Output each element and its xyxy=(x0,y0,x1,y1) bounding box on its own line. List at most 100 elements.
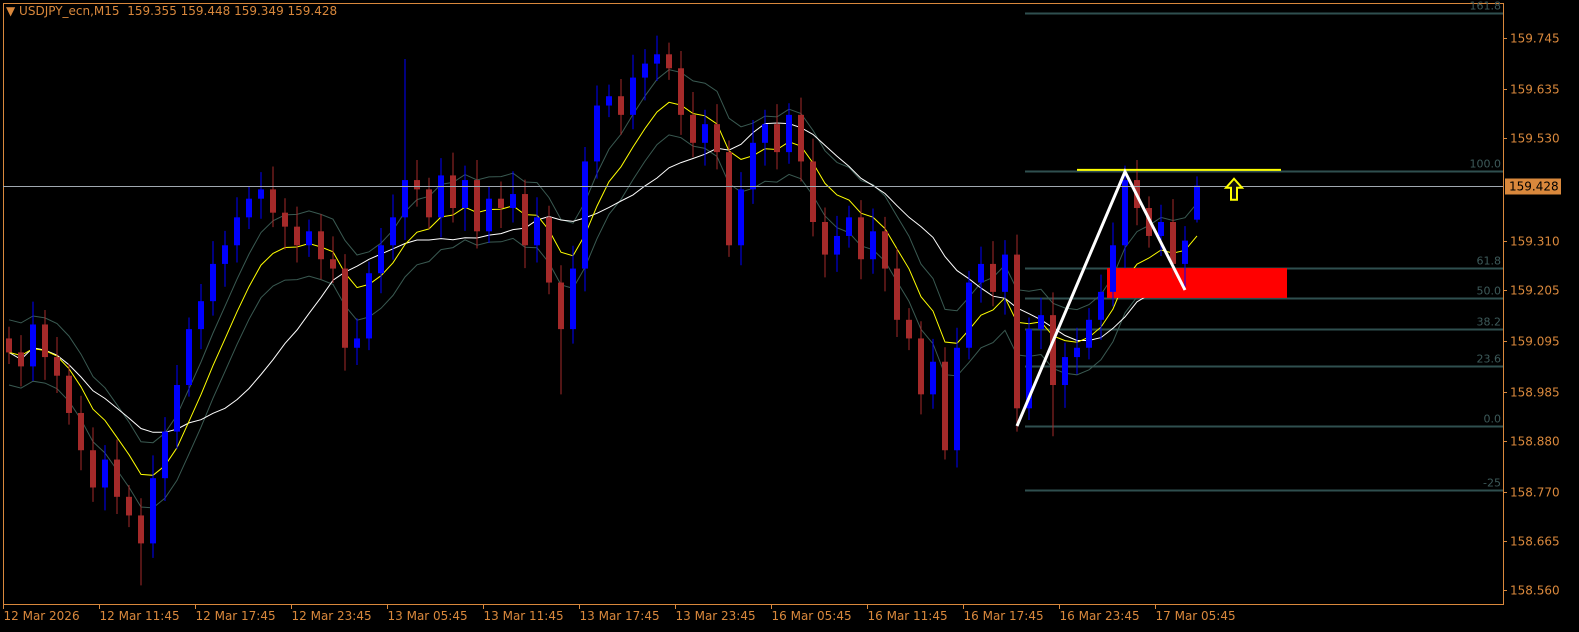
candle-body xyxy=(630,77,636,115)
candle xyxy=(546,205,552,295)
candle-body xyxy=(486,198,492,232)
candle xyxy=(558,265,564,395)
candle-body xyxy=(882,231,888,269)
candle xyxy=(414,160,420,207)
candle xyxy=(282,198,288,250)
candle xyxy=(498,181,504,229)
candle-body xyxy=(822,221,828,255)
candle-body xyxy=(654,54,660,64)
candle-body xyxy=(402,180,408,218)
candle xyxy=(6,326,12,365)
candle-body xyxy=(522,194,528,246)
candle-body xyxy=(78,412,84,451)
candle xyxy=(714,104,720,170)
price-chart[interactable]: 161.8 100.0 61.8 50.0 38.2 23.6 0.0 -25 159.745… xyxy=(0,0,1579,632)
candle-body xyxy=(1194,185,1200,220)
price-tick-label: 159.205 xyxy=(1510,284,1560,298)
candle xyxy=(1014,234,1020,432)
candle xyxy=(198,283,204,350)
fib-level-label: -25 xyxy=(1483,477,1501,490)
candle xyxy=(1038,297,1044,350)
candle-body xyxy=(678,68,684,115)
candle-body xyxy=(894,268,900,320)
candle-body xyxy=(1182,240,1188,264)
candle xyxy=(306,219,312,257)
candle xyxy=(522,179,528,269)
price-tick-label: 159.635 xyxy=(1510,83,1560,97)
fib-level-label: 50.0 xyxy=(1477,285,1502,298)
candle xyxy=(1062,342,1068,408)
candle-body xyxy=(282,212,288,227)
candle xyxy=(1050,292,1056,437)
candle-body xyxy=(606,96,612,106)
candle-body xyxy=(918,338,924,395)
candle-body xyxy=(870,231,876,260)
price-tick-label: 159.745 xyxy=(1510,32,1560,46)
price-tick-label: 158.665 xyxy=(1510,535,1560,549)
candle xyxy=(858,200,864,280)
candle xyxy=(834,215,840,272)
candle-body xyxy=(498,198,504,209)
candle-body xyxy=(1050,315,1056,386)
price-tick-label: 158.880 xyxy=(1510,435,1560,449)
price-tick-label: 159.530 xyxy=(1510,132,1560,146)
candle xyxy=(30,301,36,381)
candle-body xyxy=(390,217,396,246)
candle-body xyxy=(714,124,720,153)
candle-body xyxy=(666,54,672,69)
candle-body xyxy=(330,259,336,269)
candle-body xyxy=(810,161,816,222)
candle-body xyxy=(102,459,108,488)
candle xyxy=(66,364,72,425)
candle xyxy=(222,230,228,287)
candle-body xyxy=(726,152,732,246)
candle-body xyxy=(318,231,324,260)
fibonacci-retracement[interactable]: 161.8 100.0 61.8 50.0 38.2 23.6 0.0 -25 xyxy=(1025,0,1503,492)
candle-body xyxy=(366,273,372,339)
candle-body xyxy=(342,268,348,348)
candle xyxy=(942,347,948,460)
candle xyxy=(702,109,708,166)
candle xyxy=(138,498,144,586)
candle-body xyxy=(258,189,264,199)
candle xyxy=(750,119,756,204)
candle xyxy=(762,109,768,166)
price-tick-label: 158.985 xyxy=(1510,386,1560,400)
fib-level-label: 38.2 xyxy=(1477,316,1502,329)
candle xyxy=(78,395,84,471)
candle xyxy=(606,84,612,118)
candle-body xyxy=(306,231,312,246)
price-tick-label: 158.770 xyxy=(1510,486,1560,500)
up-arrow-icon[interactable] xyxy=(1223,177,1245,201)
time-tick-label: 16 Mar 05:45 xyxy=(772,609,852,623)
candle xyxy=(210,241,216,316)
supply-demand-zone[interactable] xyxy=(1107,268,1287,298)
candle xyxy=(894,248,900,338)
candle xyxy=(666,42,672,80)
time-tick-label: 17 Mar 05:45 xyxy=(1156,609,1236,623)
price-axis: 159.745 159.635 159.530 159.310 159.205 159.0… xyxy=(1503,32,1561,598)
candle xyxy=(510,171,516,223)
candle xyxy=(354,318,360,365)
time-tick-label: 16 Mar 11:45 xyxy=(868,609,948,623)
dropdown-triangle-icon[interactable]: ▼ xyxy=(6,4,19,18)
candle xyxy=(774,104,780,170)
candle-body xyxy=(798,114,804,162)
candle xyxy=(270,166,276,228)
candle xyxy=(174,364,180,449)
chart-header: ▼ USDJPY_ecn,M15 159.355 159.448 159.349… xyxy=(6,4,337,18)
time-tick-label: 12 Mar 17:45 xyxy=(196,609,276,623)
time-tick-label: 13 Mar 11:45 xyxy=(484,609,564,623)
time-tick-label: 13 Mar 23:45 xyxy=(676,609,756,623)
candle-body xyxy=(642,63,648,78)
time-tick-label: 12 Mar 11:45 xyxy=(100,609,180,623)
price-tick-label: 159.310 xyxy=(1510,235,1560,249)
candle xyxy=(570,245,576,344)
candle-body xyxy=(594,105,600,162)
candle-body xyxy=(198,301,204,330)
candle xyxy=(654,35,660,81)
candle-body xyxy=(186,329,192,386)
candle-body xyxy=(534,217,540,246)
time-tick-label: 13 Mar 05:45 xyxy=(388,609,468,623)
red-zone-rectangle[interactable] xyxy=(1107,268,1287,298)
